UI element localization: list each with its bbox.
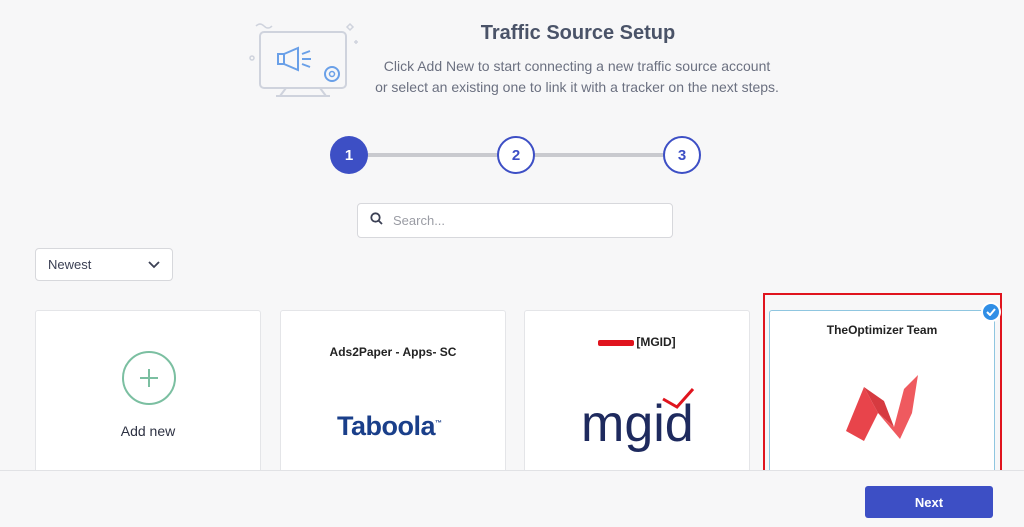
traffic-setup-illustration bbox=[246, 18, 366, 100]
setup-stepper: 1 2 3 bbox=[330, 136, 702, 174]
taboola-logo-tm: ™ bbox=[435, 420, 442, 427]
search-icon bbox=[370, 211, 383, 230]
add-plus-icon bbox=[122, 351, 176, 405]
subtitle-line-1: Click Add New to start connecting a new … bbox=[383, 58, 771, 74]
step-2[interactable]: 2 bbox=[497, 136, 535, 174]
taboola-logo-text: Taboola bbox=[337, 411, 436, 441]
card-title: Ads2Paper - Apps- SC bbox=[329, 345, 457, 359]
page-title: Traffic Source Setup bbox=[480, 22, 676, 44]
card-title: [MGID] bbox=[525, 335, 749, 349]
step-connector bbox=[532, 153, 666, 157]
sort-selected-value: Newest bbox=[48, 257, 92, 272]
search-box bbox=[357, 203, 673, 238]
redaction-mark bbox=[598, 339, 635, 346]
taboola-logo: Taboola™ bbox=[337, 411, 442, 442]
next-button[interactable]: Next bbox=[865, 486, 993, 518]
step-connector bbox=[366, 153, 500, 157]
sort-dropdown[interactable]: Newest bbox=[35, 248, 173, 281]
traffic-source-card-selected[interactable]: TheOptimizer Team bbox=[769, 310, 995, 473]
add-new-card[interactable]: Add new bbox=[35, 310, 261, 480]
search-input[interactable] bbox=[393, 213, 653, 228]
page-subtitle: Click Add New to start connecting a new … bbox=[360, 56, 794, 98]
step-1[interactable]: 1 bbox=[330, 136, 368, 174]
theoptimizer-logo-icon bbox=[842, 373, 922, 448]
subtitle-line-2: or select an existing one to link it wit… bbox=[375, 79, 779, 95]
add-new-label: Add new bbox=[120, 423, 176, 439]
mgid-logo: mgid bbox=[581, 383, 701, 453]
chevron-down-icon bbox=[148, 257, 160, 272]
mgid-logo-text: mgid bbox=[581, 395, 694, 453]
traffic-source-card[interactable]: Ads2Paper - Apps- SC Taboola™ bbox=[280, 310, 506, 480]
step-3[interactable]: 3 bbox=[663, 136, 701, 174]
card-title-text: [MGID] bbox=[636, 335, 676, 349]
traffic-source-card[interactable]: [MGID] mgid bbox=[524, 310, 750, 480]
selected-check-icon bbox=[981, 302, 1001, 322]
card-title: TheOptimizer Team bbox=[826, 323, 938, 337]
